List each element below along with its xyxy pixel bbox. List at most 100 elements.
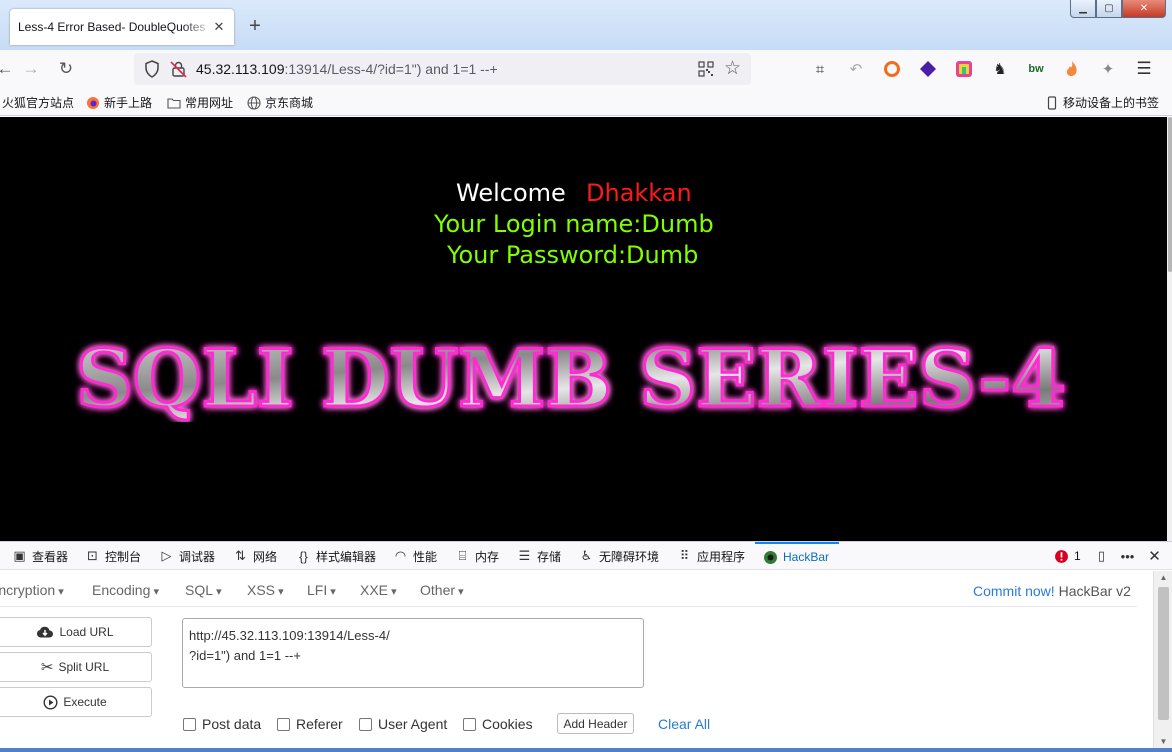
window-bottom-border — [0, 748, 1172, 752]
undo-icon[interactable]: ↶ — [846, 59, 866, 79]
tab-storage[interactable]: ☰ 存储 — [517, 542, 561, 570]
dock-side-icon: ▯ — [1097, 548, 1106, 563]
referer-checkbox[interactable]: Referer — [277, 716, 343, 732]
tab-memory[interactable]: ⌸ 内存 — [455, 542, 499, 570]
application-icon: ⠿ — [679, 548, 690, 563]
checkbox-label: Referer — [296, 716, 343, 732]
checkbox-box[interactable] — [463, 717, 476, 731]
page-scrollbar[interactable] — [1167, 117, 1172, 541]
url-path: :13914/Less-4/?id=1") and 1=1 --+ — [284, 61, 498, 77]
menu-sql[interactable]: SQL — [185, 582, 222, 598]
tab-label: 性能 — [413, 549, 438, 564]
forward-icon[interactable]: → — [20, 58, 42, 80]
execute-button[interactable]: Execute — [0, 687, 152, 717]
scroll-up-icon[interactable]: ▲ — [1154, 573, 1172, 582]
hackbar-scrollbar[interactable]: ▲ ▼ — [1153, 571, 1172, 752]
close-window-icon[interactable]: ✕ — [1122, 0, 1166, 18]
checkbox-box[interactable] — [359, 717, 372, 731]
new-tab-button[interactable]: + — [244, 14, 266, 38]
bookmark-item[interactable]: 火狐官方站点 — [2, 94, 74, 111]
tab-title: Less-4 Error Based- DoubleQuotes — [18, 20, 206, 34]
checkbox-label: Cookies — [482, 716, 533, 732]
mobile-bookmarks-label: 移动设备上的书签 — [1063, 96, 1160, 110]
bookmark-item[interactable]: 常用网址 — [167, 94, 233, 111]
hackbar-panel: Load URL ✂ Split URL Execute http://45.3… — [0, 607, 1137, 752]
tab-style-editor[interactable]: {} 样式编辑器 — [296, 542, 376, 570]
puzzle-extension-icon[interactable]: ✦ — [1098, 59, 1118, 79]
tab-label: 样式编辑器 — [316, 549, 377, 564]
menu-other[interactable]: Other — [420, 582, 464, 598]
insecure-lock-icon[interactable] — [170, 60, 188, 78]
banner-text: SQLI DUMB SERIES-4 — [76, 332, 1066, 422]
page-scrollbar-thumb[interactable] — [1168, 117, 1172, 272]
tab-accessibility[interactable]: ♿ 无障碍环境 — [579, 542, 659, 570]
clear-all-link[interactable]: Clear All — [658, 716, 710, 732]
hackbar-version: HackBar v2 — [1058, 583, 1131, 599]
url-text[interactable]: 45.32.113.109:13914/Less-4/?id=1") and 1… — [196, 61, 498, 77]
navigation-bar: ← → ↻ 45.32.113.109:13914/Less-4/?id=1")… — [0, 50, 1172, 88]
user-agent-checkbox[interactable]: User Agent — [359, 716, 447, 732]
network-icon: ⇅ — [235, 548, 246, 563]
crop-icon[interactable]: ⌗ — [810, 59, 830, 79]
mobile-device-icon — [1047, 95, 1057, 110]
checkbox-label: User Agent — [378, 716, 448, 732]
menu-xxe[interactable]: XXE — [360, 582, 397, 598]
welcome-text: Welcome — [456, 179, 566, 207]
reload-icon[interactable]: ↻ — [55, 58, 77, 80]
tab-console[interactable]: ⊡ 控制台 — [85, 542, 141, 570]
browser-tab[interactable]: Less-4 Error Based- DoubleQuotes ✕ — [10, 9, 234, 45]
tab-network[interactable]: ⇅ 网络 — [233, 542, 277, 570]
console-icon: ⊡ — [87, 548, 98, 563]
tab-application[interactable]: ⠿ 应用程序 — [677, 542, 745, 570]
bookmark-item[interactable]: 新手上路 — [86, 94, 152, 111]
checkbox-box[interactable] — [277, 717, 290, 731]
more-options-button[interactable]: ••• — [1120, 542, 1135, 570]
bookmark-item[interactable]: 京东商城 — [247, 94, 313, 111]
close-devtools-button[interactable]: ✕ — [1147, 542, 1162, 570]
error-count[interactable]: 1 — [1054, 542, 1081, 570]
tab-inspector[interactable]: ▣ 查看器 — [12, 542, 68, 570]
tab-label: 调试器 — [179, 549, 216, 564]
maximize-icon[interactable]: ▢ — [1096, 0, 1122, 18]
scroll-down-icon[interactable]: ▼ — [1154, 737, 1172, 746]
tab-performance[interactable]: ◠ 性能 — [393, 542, 437, 570]
tab-label: 查看器 — [32, 549, 69, 564]
scrollbar-thumb[interactable] — [1158, 587, 1169, 720]
flame-extension-icon[interactable] — [1062, 59, 1082, 79]
checkbox-box[interactable] — [183, 717, 196, 731]
orange-ring-extension-icon[interactable] — [882, 59, 902, 79]
url-textarea[interactable]: http://45.32.113.109:13914/Less-4/ ?id=1… — [182, 618, 644, 688]
menu-xss[interactable]: XSS — [247, 582, 284, 598]
cookies-checkbox[interactable]: Cookies — [463, 716, 533, 732]
dock-toggle-button[interactable]: ▯ — [1094, 542, 1109, 570]
split-url-label: Split URL — [58, 660, 110, 674]
add-header-button[interactable]: Add Header — [557, 713, 634, 734]
tab-close-icon[interactable]: ✕ — [212, 19, 226, 35]
shield-icon[interactable] — [144, 60, 160, 78]
url-bar[interactable]: 45.32.113.109:13914/Less-4/?id=1") and 1… — [134, 53, 751, 85]
post-data-checkbox[interactable]: Post data — [183, 716, 261, 732]
load-url-button[interactable]: Load URL — [0, 617, 152, 647]
accessibility-icon: ♿ — [580, 548, 593, 563]
qr-code-icon[interactable] — [698, 61, 714, 77]
rainbow-extension-icon[interactable] — [954, 59, 974, 79]
menu-encoding[interactable]: Encoding — [92, 582, 159, 598]
bookmarks-bar: 火狐官方站点 新手上路 常用网址 京东商城 移动设备上的书签 — [0, 88, 1172, 116]
tab-debugger[interactable]: ▷ 调试器 — [159, 542, 216, 570]
split-url-button[interactable]: ✂ Split URL — [0, 652, 152, 682]
tab-label: 无障碍环境 — [599, 549, 660, 564]
menu-icon[interactable]: ☰ — [1134, 59, 1154, 79]
back-icon[interactable]: ← — [0, 58, 16, 80]
bw-extension-icon[interactable]: bw — [1026, 59, 1046, 79]
bookmark-star-icon[interactable]: ☆ — [724, 57, 741, 80]
tab-hackbar[interactable]: HackBar — [755, 542, 840, 570]
mobile-bookmarks[interactable]: 移动设备上的书签 — [1045, 94, 1159, 111]
menu-encryption[interactable]: Encryption — [0, 582, 64, 598]
menu-lfi[interactable]: LFI — [307, 582, 336, 598]
purple-diamond-extension-icon[interactable] — [918, 59, 938, 79]
agent-extension-icon[interactable]: ♞ — [990, 59, 1010, 79]
minimize-icon[interactable]: ▁ — [1070, 0, 1096, 18]
commit-link[interactable]: Commit now! — [973, 583, 1055, 599]
more-icon: ••• — [1120, 548, 1135, 564]
login-name-text: Your Login name:Dumb — [434, 210, 714, 238]
